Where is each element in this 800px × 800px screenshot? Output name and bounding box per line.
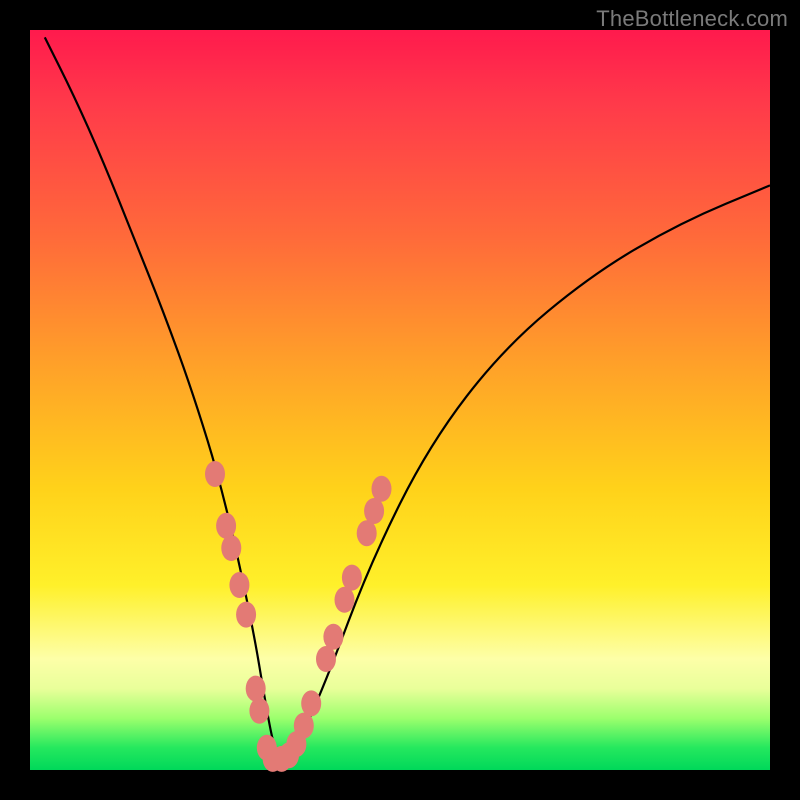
curve-marker bbox=[205, 461, 225, 487]
plot-area bbox=[30, 30, 770, 770]
curve-marker bbox=[335, 587, 355, 613]
curve-markers bbox=[205, 461, 392, 772]
curve-marker bbox=[216, 513, 236, 539]
bottleneck-chart-svg bbox=[30, 30, 770, 770]
chart-frame: TheBottleneck.com bbox=[0, 0, 800, 800]
bottleneck-curve bbox=[45, 37, 770, 759]
curve-marker bbox=[301, 690, 321, 716]
curve-marker bbox=[246, 676, 266, 702]
curve-marker bbox=[249, 698, 269, 724]
curve-marker bbox=[372, 476, 392, 502]
curve-marker bbox=[229, 572, 249, 598]
curve-marker bbox=[221, 535, 241, 561]
curve-marker bbox=[342, 565, 362, 591]
curve-marker bbox=[323, 624, 343, 650]
watermark-text: TheBottleneck.com bbox=[596, 6, 788, 32]
curve-marker bbox=[236, 602, 256, 628]
curve-marker bbox=[357, 520, 377, 546]
curve-marker bbox=[364, 498, 384, 524]
curve-marker bbox=[316, 646, 336, 672]
curve-marker bbox=[294, 713, 314, 739]
